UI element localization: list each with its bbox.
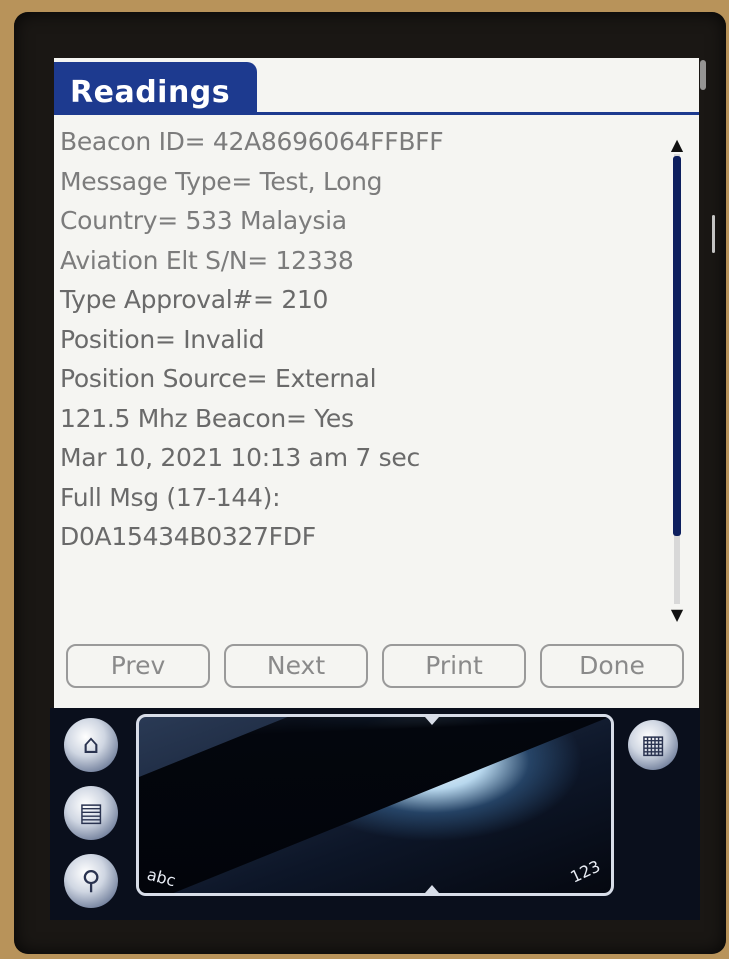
graffiti-input-area[interactable]: abc 123: [136, 714, 614, 896]
button-row: Prev Next Print Done: [66, 644, 686, 688]
graffiti-divider-bottom: [425, 885, 439, 893]
graffiti-shadow: [139, 717, 611, 893]
title-bar: Readings: [54, 58, 699, 115]
window-title: Readings: [70, 75, 231, 110]
reading-position: Position= Invalid: [60, 324, 265, 354]
calculator-icon[interactable]: ▦: [628, 720, 678, 770]
scroll-thumb[interactable]: [673, 156, 681, 536]
reading-aviation-elt-sn: Aviation Elt S/N= 12338: [60, 245, 354, 275]
reading-timestamp: Mar 10, 2021 10:13 am 7 sec: [60, 443, 420, 472]
reading-type-approval: Type Approval#= 210: [60, 285, 329, 314]
graffiti-numbers-label: 123: [567, 856, 604, 887]
graffiti-divider-top: [425, 717, 439, 725]
title-underline: [54, 112, 699, 115]
silkscreen-left-icons: ⌂ ▤ ⚲: [58, 708, 128, 920]
silkscreen-area: ⌂ ▤ ⚲ abc 123 ▦: [50, 708, 700, 920]
home-icon[interactable]: ⌂: [64, 718, 118, 772]
find-icon[interactable]: ⚲: [64, 854, 118, 908]
print-button[interactable]: Print: [382, 644, 526, 688]
reading-full-msg-value: D0A15434B0327FDF: [60, 522, 316, 551]
scrollbar[interactable]: ▲ ▼: [668, 137, 686, 623]
readings-list: Beacon ID= 42A8696064FFBFF Message Type=…: [60, 122, 660, 557]
arrow-down-icon[interactable]: ▼: [668, 607, 686, 623]
reading-message-type: Message Type= Test, Long: [60, 166, 383, 196]
lcd-screen: Readings Beacon ID= 42A8696064FFBFF Mess…: [54, 58, 699, 708]
title-tab[interactable]: Readings: [54, 62, 257, 114]
reading-position-source: Position Source= External: [60, 364, 377, 393]
menu-icon[interactable]: ▤: [64, 786, 118, 840]
arrow-up-icon[interactable]: ▲: [668, 137, 686, 153]
reading-full-msg-label: Full Msg (17-144):: [60, 482, 281, 512]
screen-glare: [700, 60, 706, 90]
prev-button[interactable]: Prev: [66, 644, 210, 688]
reading-121-beacon: 121.5 Mhz Beacon= Yes: [60, 403, 354, 433]
done-button[interactable]: Done: [540, 644, 684, 688]
screen-glare-edge: [712, 215, 715, 253]
next-button[interactable]: Next: [224, 644, 368, 688]
reading-country: Country= 533 Malaysia: [60, 206, 347, 235]
reading-beacon-id: Beacon ID= 42A8696064FFBFF: [60, 127, 444, 156]
